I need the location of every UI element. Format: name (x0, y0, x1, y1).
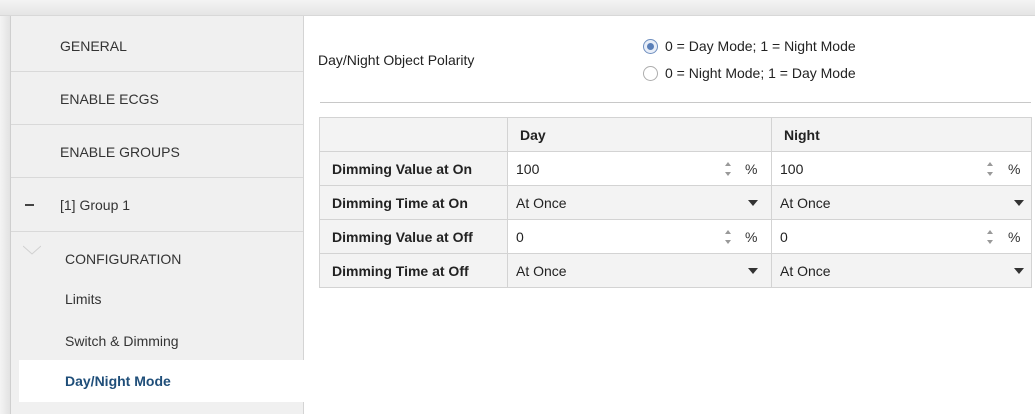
unit-label: % (745, 228, 758, 245)
sidebar-subitem-switch-dimming[interactable]: Switch & Dimming (11, 321, 303, 361)
spinner-icon[interactable] (724, 160, 732, 178)
column-header-day: Day (507, 117, 772, 152)
radio-button[interactable] (643, 65, 658, 81)
sidebar-subitem-day-night-mode[interactable]: Day/Night Mode (19, 360, 304, 402)
table-row: Dimming Value at On 100 % 100 % (319, 151, 1032, 186)
table-row: Dimming Time at Off At Once At Once (319, 253, 1032, 288)
sidebar-subitem-configuration[interactable]: CONFIGURATION (11, 239, 303, 279)
polarity-option-day-first[interactable]: 0 = Day Mode; 1 = Night Mode (643, 38, 856, 54)
radio-button-checked[interactable] (643, 38, 658, 54)
sidebar-item-label: [1] Group 1 (60, 197, 131, 213)
table-corner (319, 117, 508, 152)
chevron-down-icon[interactable] (748, 199, 758, 206)
day-dimming-time-off-select[interactable]: At Once (507, 253, 772, 288)
spinner-icon[interactable] (986, 160, 994, 178)
chevron-down-icon[interactable] (748, 267, 758, 274)
sidebar-item-enable-groups[interactable]: ENABLE GROUPS (11, 126, 303, 178)
table-row: Dimming Time at On At Once At Once (319, 185, 1032, 220)
cell-value: 0 (516, 228, 524, 245)
chevron-down-icon[interactable] (1014, 199, 1024, 206)
dimming-table: Day Night Dimming Value at On 100 % 100 … (319, 117, 1032, 288)
sidebar-item-general[interactable]: GENERAL (11, 20, 303, 72)
table-row: Dimming Value at Off 0 % 0 % (319, 219, 1032, 254)
sidebar-item-group-1[interactable]: [1] Group 1 (11, 179, 303, 231)
day-dimming-value-off-input[interactable]: 0 % (507, 219, 772, 254)
cell-value: At Once (780, 262, 831, 279)
app-window: GENERAL ENABLE ECGS ENABLE GROUPS [1] Gr… (0, 0, 1035, 414)
polarity-label: Day/Night Object Polarity (318, 52, 475, 68)
sidebar-subitem-limits[interactable]: Limits (11, 279, 303, 319)
section-divider (320, 102, 1031, 103)
day-dimming-time-on-select[interactable]: At Once (507, 185, 772, 220)
cell-value: At Once (516, 262, 567, 279)
sidebar-divider (11, 231, 303, 232)
spinner-icon[interactable] (986, 228, 994, 246)
collapse-icon[interactable] (25, 204, 34, 206)
unit-label: % (1008, 160, 1021, 177)
window-top-edge (0, 0, 1035, 16)
sidebar-item-label: ENABLE GROUPS (60, 143, 180, 160)
main-panel: Day/Night Object Polarity 0 = Day Mode; … (304, 16, 1035, 414)
night-dimming-time-on-select[interactable]: At Once (771, 185, 1032, 220)
sidebar-subitem-label: CONFIGURATION (65, 251, 182, 267)
spinner-icon[interactable] (724, 228, 732, 246)
sidebar-subitem-label: Day/Night Mode (65, 373, 171, 389)
chevron-down-icon[interactable] (1014, 267, 1024, 274)
polarity-option-night-first[interactable]: 0 = Night Mode; 1 = Day Mode (643, 65, 856, 81)
polarity-option-label: 0 = Day Mode; 1 = Night Mode (665, 38, 856, 54)
row-label-dimming-value-off: Dimming Value at Off (319, 219, 508, 254)
unit-label: % (745, 160, 758, 177)
sidebar-item-label: GENERAL (60, 37, 127, 54)
cell-value: At Once (516, 194, 567, 211)
night-dimming-value-on-input[interactable]: 100 % (771, 151, 1032, 186)
row-label-dimming-time-on: Dimming Time at On (319, 185, 508, 220)
polarity-option-label: 0 = Night Mode; 1 = Day Mode (665, 65, 856, 81)
sidebar-item-label: ENABLE ECGS (60, 90, 159, 107)
night-dimming-value-off-input[interactable]: 0 % (771, 219, 1032, 254)
unit-label: % (1008, 228, 1021, 245)
sidebar-item-enable-ecgs[interactable]: ENABLE ECGS (11, 73, 303, 125)
sidebar-subitem-label: Switch & Dimming (65, 333, 179, 349)
sidebar-subitem-label: Limits (65, 291, 102, 307)
cell-value: 100 (516, 160, 540, 177)
day-dimming-value-on-input[interactable]: 100 % (507, 151, 772, 186)
cell-value: 0 (780, 228, 788, 245)
night-dimming-time-off-select[interactable]: At Once (771, 253, 1032, 288)
row-label-dimming-value-on: Dimming Value at On (319, 151, 508, 186)
row-label-dimming-time-off: Dimming Time at Off (319, 253, 508, 288)
sidebar: GENERAL ENABLE ECGS ENABLE GROUPS [1] Gr… (11, 16, 304, 414)
cell-value: At Once (780, 194, 831, 211)
window-left-edge (0, 16, 10, 414)
column-header-night: Night (771, 117, 1032, 152)
cell-value: 100 (780, 160, 804, 177)
